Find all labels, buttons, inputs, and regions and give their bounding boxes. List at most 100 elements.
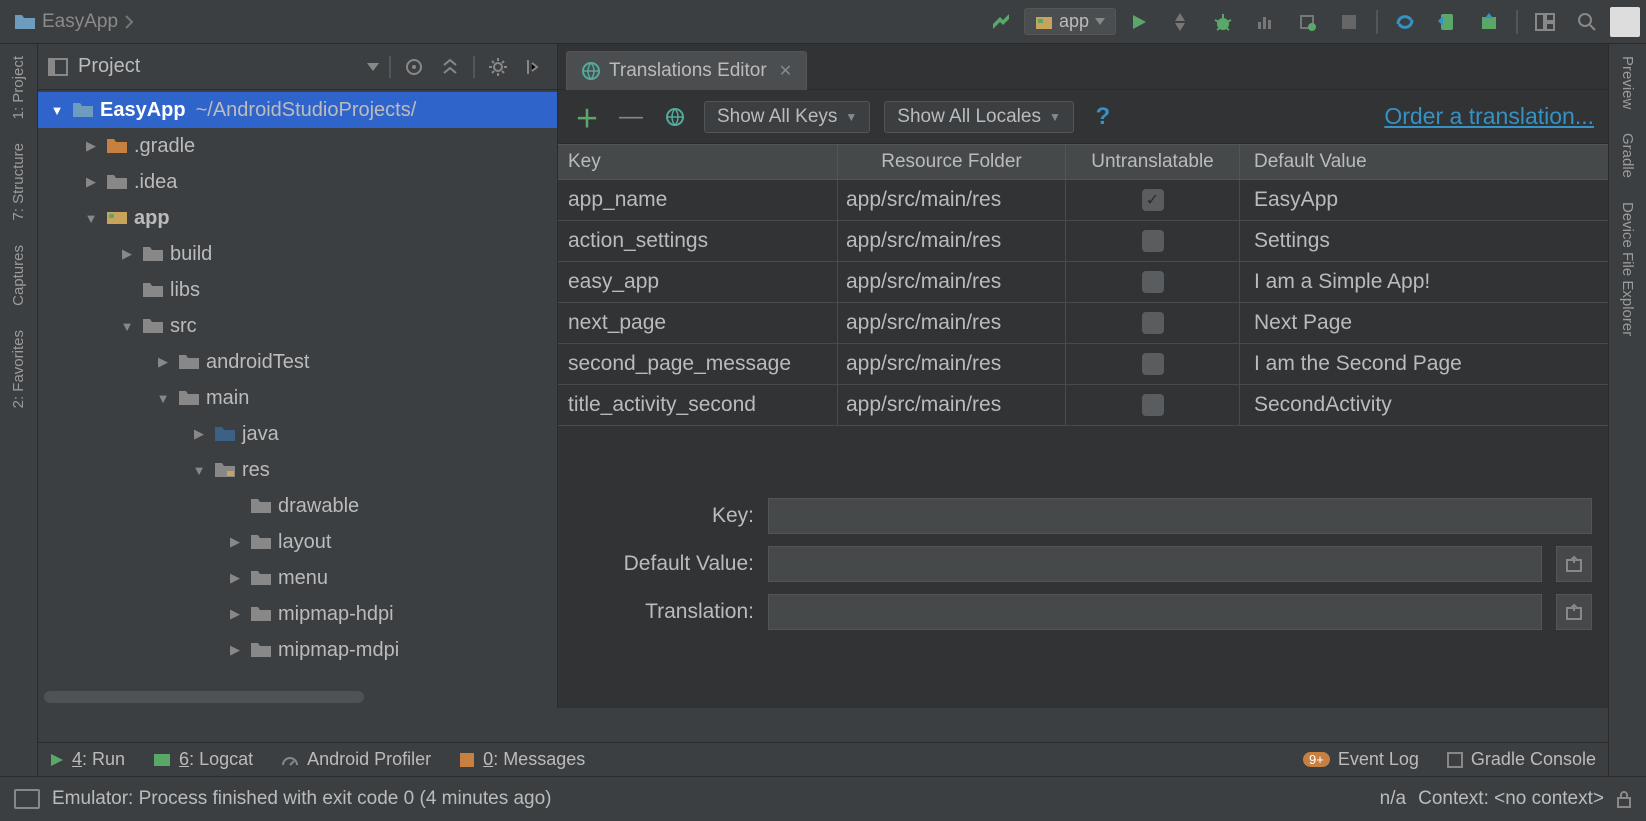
debug-icon[interactable] (1204, 7, 1242, 37)
tool-android-profiler[interactable]: Android Profiler (281, 749, 431, 770)
tree-node-menu[interactable]: ▶menu (38, 560, 557, 596)
cell-key[interactable]: action_settings (558, 221, 838, 261)
cell-resource-folder[interactable]: app/src/main/res (838, 180, 1066, 220)
browse-translation-button[interactable] (1556, 594, 1592, 630)
order-translation-link[interactable]: Order a translation... (1384, 103, 1594, 130)
tool-run[interactable]: 4: Run (50, 749, 125, 770)
input-default-value[interactable] (768, 546, 1542, 582)
tool-device-file-explorer[interactable]: Device File Explorer (1619, 202, 1636, 336)
tool-preview[interactable]: Preview (1619, 56, 1636, 109)
avatar[interactable] (1610, 7, 1640, 37)
tree-node-mipmap-mdpi[interactable]: ▶mipmap-mdpi (38, 632, 557, 668)
search-icon[interactable] (1568, 7, 1606, 37)
table-row[interactable]: easy_appapp/src/main/res I am a Simple Ap… (558, 262, 1608, 303)
cell-key[interactable]: easy_app (558, 262, 838, 302)
tool-logcat[interactable]: 6: Logcat (153, 749, 253, 770)
layout-inspector-icon[interactable] (1526, 7, 1564, 37)
tree-root[interactable]: ▼ EasyApp ~/AndroidStudioProjects/ (38, 92, 557, 128)
tree-node-mipmap-hdpi[interactable]: ▶mipmap-hdpi (38, 596, 557, 632)
col-resource-folder[interactable]: Resource Folder (838, 145, 1066, 179)
project-tree-hscroll[interactable] (44, 690, 551, 704)
apply-changes-icon[interactable] (1162, 7, 1200, 37)
cell-key[interactable]: app_name (558, 180, 838, 220)
checkbox-untranslatable[interactable] (1142, 230, 1164, 252)
remove-key-button[interactable]: — (616, 102, 646, 132)
table-row[interactable]: action_settingsapp/src/main/resSettings (558, 221, 1608, 262)
tool-structure[interactable]: 7: Structure (10, 143, 27, 221)
run-config-selector[interactable]: app (1024, 8, 1116, 35)
cell-untranslatable[interactable] (1066, 221, 1240, 261)
cell-resource-folder[interactable]: app/src/main/res (838, 385, 1066, 425)
add-key-button[interactable]: ＋ (572, 102, 602, 132)
tree-node-gradle[interactable]: ▶.gradle (38, 128, 557, 164)
cell-default-value[interactable]: I am the Second Page (1240, 344, 1608, 384)
project-tree[interactable]: ▼ EasyApp ~/AndroidStudioProjects/ ▶.gra… (38, 90, 557, 688)
checkbox-untranslatable[interactable]: ✓ (1142, 189, 1164, 211)
tree-node-java[interactable]: ▶java (38, 416, 557, 452)
avd-manager-icon[interactable] (1428, 7, 1466, 37)
cell-untranslatable[interactable] (1066, 303, 1240, 343)
cell-key[interactable]: title_activity_second (558, 385, 838, 425)
close-tab-icon[interactable]: ✕ (779, 61, 792, 81)
collapse-all-icon[interactable] (437, 54, 463, 80)
hide-panel-icon[interactable] (521, 54, 547, 80)
lock-icon[interactable] (1616, 790, 1632, 808)
tool-event-log[interactable]: 9+Event Log (1303, 749, 1419, 770)
tree-node-drawable[interactable]: drawable (38, 488, 557, 524)
checkbox-untranslatable[interactable] (1142, 312, 1164, 334)
cell-untranslatable[interactable] (1066, 262, 1240, 302)
tree-node-main[interactable]: ▼main (38, 380, 557, 416)
cell-key[interactable]: second_page_message (558, 344, 838, 384)
breadcrumb[interactable]: EasyApp (6, 11, 134, 33)
browse-default-value-button[interactable] (1556, 546, 1592, 582)
tree-node-androidtest[interactable]: ▶androidTest (38, 344, 557, 380)
cell-untranslatable[interactable]: ✓ (1066, 180, 1240, 220)
col-default-value[interactable]: Default Value (1240, 145, 1608, 179)
add-locale-button[interactable] (660, 102, 690, 132)
run-icon[interactable] (1120, 7, 1158, 37)
cell-untranslatable[interactable] (1066, 344, 1240, 384)
tree-node-res[interactable]: ▼res (38, 452, 557, 488)
input-translation[interactable] (768, 594, 1542, 630)
tool-messages[interactable]: 0: Messages (459, 749, 585, 770)
tree-node-build[interactable]: ▶build (38, 236, 557, 272)
tree-node-layout[interactable]: ▶layout (38, 524, 557, 560)
gear-icon[interactable] (485, 54, 511, 80)
cell-untranslatable[interactable] (1066, 385, 1240, 425)
tool-captures[interactable]: Captures (10, 245, 27, 306)
locate-icon[interactable] (401, 54, 427, 80)
cell-default-value[interactable]: SecondActivity (1240, 385, 1608, 425)
status-toggle-icon[interactable] (14, 789, 40, 809)
cell-key[interactable]: next_page (558, 303, 838, 343)
table-row[interactable]: second_page_messageapp/src/main/resI am … (558, 344, 1608, 385)
sync-gradle-icon[interactable] (1386, 7, 1424, 37)
stop-icon[interactable] (1330, 7, 1368, 37)
tool-gradle-console[interactable]: Gradle Console (1447, 749, 1596, 770)
table-row[interactable]: title_activity_secondapp/src/main/res Sec… (558, 385, 1608, 426)
sdk-manager-icon[interactable] (1470, 7, 1508, 37)
tool-gradle[interactable]: Gradle (1619, 133, 1636, 178)
tree-node-app[interactable]: ▼app (38, 200, 557, 236)
cell-resource-folder[interactable]: app/src/main/res (838, 262, 1066, 302)
input-key[interactable] (768, 498, 1592, 534)
attach-debugger-icon[interactable] (1288, 7, 1326, 37)
col-key[interactable]: Key (558, 145, 838, 179)
tool-favorites[interactable]: 2: Favorites (10, 330, 27, 408)
profiler-icon[interactable] (1246, 7, 1284, 37)
help-icon[interactable]: ? (1088, 102, 1118, 132)
make-project-icon[interactable] (982, 7, 1020, 37)
tree-node-src[interactable]: ▼src (38, 308, 557, 344)
table-row[interactable]: next_pageapp/src/main/resNext Page (558, 303, 1608, 344)
tab-translations-editor[interactable]: Translations Editor ✕ (566, 51, 807, 90)
chevron-down-icon[interactable] (367, 63, 379, 71)
tree-node-idea[interactable]: ▶.idea (38, 164, 557, 200)
cell-default-value[interactable]: Next Page (1240, 303, 1608, 343)
filter-keys-dropdown[interactable]: Show All Keys▼ (704, 101, 870, 133)
cell-resource-folder[interactable]: app/src/main/res (838, 221, 1066, 261)
col-untranslatable[interactable]: Untranslatable (1066, 145, 1240, 179)
tool-project[interactable]: 1: Project (10, 56, 27, 119)
cell-default-value[interactable]: I am a Simple App! (1240, 262, 1608, 302)
filter-locales-dropdown[interactable]: Show All Locales▼ (884, 101, 1074, 133)
tree-node-libs[interactable]: libs (38, 272, 557, 308)
checkbox-untranslatable[interactable] (1142, 271, 1164, 293)
